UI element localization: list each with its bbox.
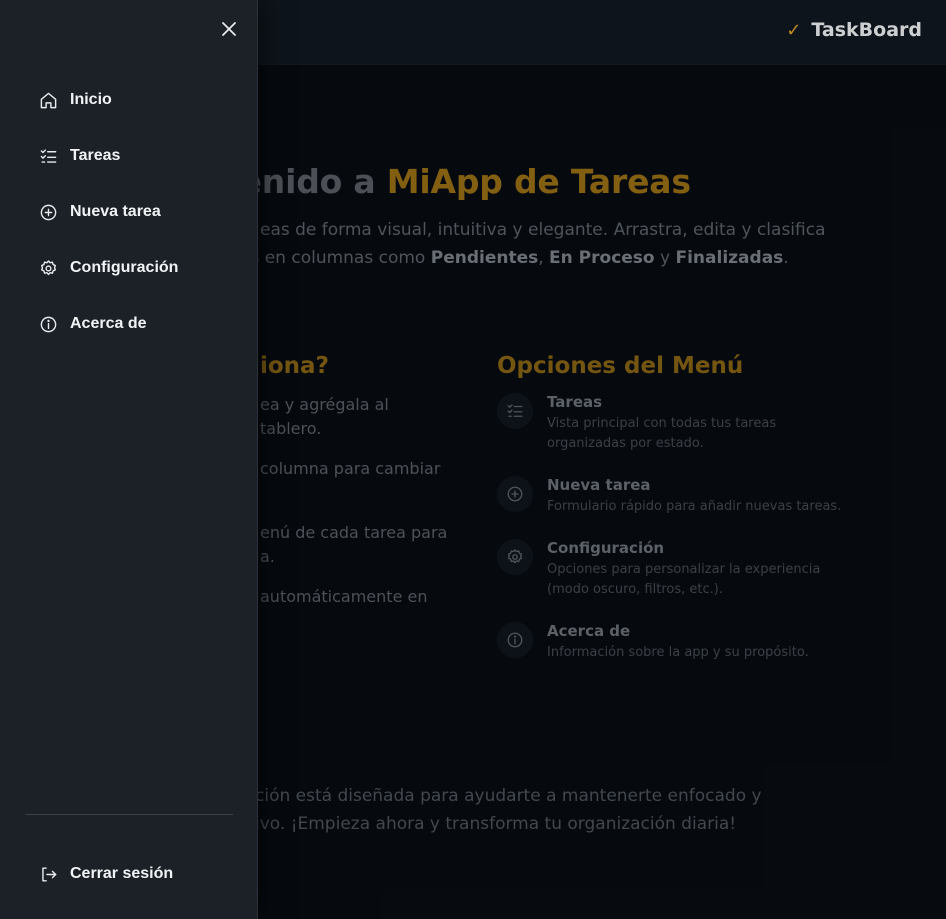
home-icon [38, 90, 58, 110]
sidebar-item-nueva-tarea[interactable]: Nueva tarea [0, 192, 258, 232]
sidebar-item-configuracion[interactable]: Configuración [0, 248, 258, 288]
gear-icon [38, 258, 58, 278]
sidebar-item-acerca-de[interactable]: Acerca de [0, 304, 258, 344]
sidebar-item-label: Configuración [70, 259, 179, 276]
sidebar-item-label: Acerca de [70, 315, 147, 332]
sidebar-item-inicio[interactable]: Inicio [0, 80, 258, 120]
sidebar-divider [26, 814, 233, 815]
sidebar-item-label: Inicio [70, 91, 112, 108]
plus-circle-icon [38, 202, 58, 222]
logout-icon [38, 864, 58, 884]
logout-section: Cerrar sesión [0, 854, 258, 910]
sidebar-item-tareas[interactable]: Tareas [0, 136, 258, 176]
sidebar-nav: Inicio Tareas Nueva tarea Configuración … [0, 80, 258, 360]
sidebar-item-label: Nueva tarea [70, 203, 161, 220]
sidebar-drawer: Inicio Tareas Nueva tarea Configuración … [0, 0, 258, 919]
sidebar-item-label: Tareas [70, 147, 121, 164]
close-button[interactable] [216, 16, 242, 42]
close-icon [222, 22, 236, 36]
info-icon [38, 314, 58, 334]
logout-label: Cerrar sesión [70, 865, 174, 882]
logout-button[interactable]: Cerrar sesión [0, 854, 258, 894]
list-check-icon [38, 146, 58, 166]
